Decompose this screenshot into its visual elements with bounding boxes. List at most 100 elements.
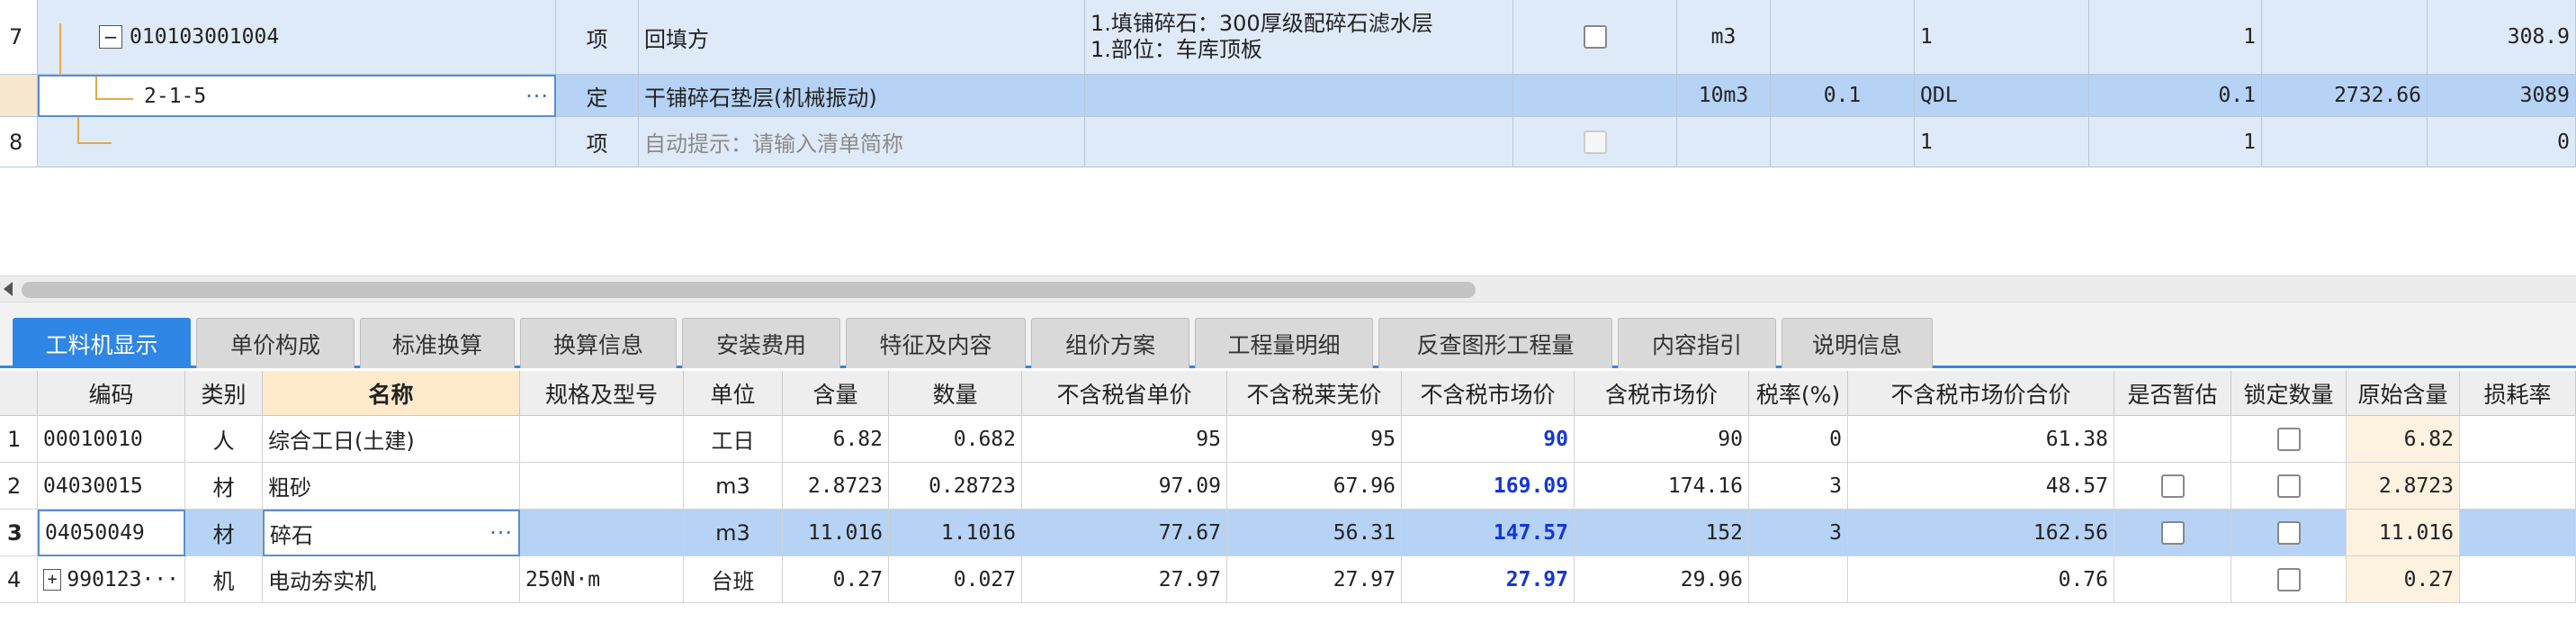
tab-graphic-quantity[interactable]: 反查图形工程量 [1378,318,1612,368]
feature-cell[interactable]: 1.填铺碎石：300厚级配碎石滤水层 1.部位：车库顶板 [1085,0,1513,75]
header-is-estimate[interactable]: 是否暂估 [2114,371,2231,416]
estimate-cell[interactable] [2114,463,2231,510]
table-row[interactable]: 1 00010010 人综合工日(土建) 工日 6.82 0.682 95 95 90 90 0 61… [0,416,2576,463]
minus-box-icon[interactable]: − [99,25,122,49]
market-total-cell[interactable]: 61.38 [1848,416,2114,463]
header-original-content[interactable]: 原始含量 [2347,371,2460,416]
tab-materials[interactable]: 工料机显示 [13,318,191,368]
table-row[interactable]: 4 +990123··· 机电动夯实机 250N·m 台班 0.27 0.027 27.97 2… [0,556,2576,603]
header-loss-rate[interactable]: 损耗率 [2460,371,2576,416]
tax-rate-cell[interactable]: 0 [1749,416,1848,463]
total-cell[interactable]: 3089 [2428,75,2576,117]
header-name[interactable]: 名称 [263,371,520,416]
spec-cell[interactable] [520,416,684,463]
qty-cell[interactable]: 0.1 [2089,75,2262,117]
lock-qty-cell[interactable] [2231,416,2347,463]
header-province-price[interactable]: 不含税省单价 [1022,371,1227,416]
table-row[interactable]: 7 − 010103001004 项 回填方 1.填铺碎石：300厚级配碎石滤水… [0,0,2576,75]
name-cell[interactable]: 电动夯实机 [263,556,520,603]
checkbox-cell[interactable] [1513,75,1677,117]
ellipsis-icon[interactable]: ··· [525,84,549,109]
qty-expr-cell[interactable]: 1 [1915,0,2089,75]
total-cell[interactable]: 308.9 [2428,0,2576,75]
name-cell[interactable]: 干铺碎石垫层(机械振动) [639,75,1085,117]
qty-cell[interactable]: 1 [2089,117,2262,167]
header-lock-qty[interactable]: 锁定数量 [2231,371,2347,416]
triangle-left-icon[interactable] [4,282,13,296]
tab-install-fee[interactable]: 安装费用 [682,318,840,368]
tab-pricing-plan[interactable]: 组价方案 [1031,318,1189,368]
market-price-cell[interactable]: 27.97 [1402,556,1575,603]
kind-cell[interactable]: 项 [556,117,639,167]
content-cell[interactable]: 0.27 [783,556,889,603]
unit-cell[interactable]: m3 [1677,0,1771,75]
checkbox[interactable] [1583,25,1607,49]
content-cell[interactable] [1771,117,1915,167]
qty-expr-cell[interactable]: 1 [1915,117,2089,167]
province-price-cell[interactable]: 27.97 [1022,556,1227,603]
horizontal-scrollbar[interactable] [0,275,2576,302]
loss-rate-cell[interactable] [2460,463,2576,510]
quantity-cell[interactable]: 0.28723 [889,463,1022,510]
code-cell[interactable]: 04030015 [38,463,185,510]
tab-content-guide[interactable]: 内容指引 [1618,318,1776,368]
tab-description[interactable]: 说明信息 [1782,318,1933,368]
header-content[interactable]: 含量 [783,371,889,416]
content-cell[interactable]: 0.1 [1771,75,1915,117]
name-cell[interactable]: 综合工日(土建) [263,416,520,463]
laiwu-price-cell[interactable]: 95 [1227,416,1402,463]
content-cell[interactable]: 11.016 [783,510,889,556]
lock-qty-cell[interactable] [2231,556,2347,603]
type-cell[interactable]: 机 [185,556,263,603]
quantity-cell[interactable]: 1.1016 [889,510,1022,556]
header-market-price[interactable]: 不含税市场价 [1402,371,1575,416]
lock-qty-checkbox[interactable] [2276,567,2301,591]
feature-cell[interactable] [1085,75,1513,117]
kind-cell[interactable]: 项 [556,0,639,75]
unit-cell[interactable]: 工日 [684,416,783,463]
market-price-cell[interactable]: 169.09 [1402,463,1575,510]
original-content-cell[interactable]: 2.8723 [2347,463,2460,510]
spec-cell[interactable] [520,510,684,556]
content-cell[interactable]: 6.82 [783,416,889,463]
market-price-tax-cell[interactable]: 90 [1575,416,1749,463]
spec-cell[interactable] [520,463,684,510]
market-total-cell[interactable]: 162.56 [1848,510,2114,556]
type-cell[interactable]: 材 [185,510,263,556]
table-row[interactable]: 2 04030015 材粗砂 m3 2.8723 0.28723 97.09 67.96 169… [0,463,2576,510]
code-cell[interactable]: 2-1-5 ··· [38,75,556,117]
tax-rate-cell[interactable] [1749,556,1848,603]
market-price-cell[interactable]: 147.57 [1402,510,1575,556]
lock-qty-cell[interactable] [2231,510,2347,556]
original-content-cell[interactable]: 6.82 [2347,416,2460,463]
feature-cell[interactable] [1085,117,1513,167]
lock-qty-checkbox[interactable] [2276,474,2301,498]
code-cell[interactable]: 04050049 [38,510,185,556]
scrollbar-thumb[interactable] [22,282,1476,298]
market-price-tax-cell[interactable]: 152 [1575,510,1749,556]
unit-price-cell[interactable] [2262,0,2428,75]
market-price-tax-cell[interactable]: 29.96 [1575,556,1749,603]
type-cell[interactable]: 人 [185,416,263,463]
unit-price-cell[interactable] [2262,117,2428,167]
estimate-checkbox[interactable] [2160,474,2185,498]
tax-rate-cell[interactable]: 3 [1749,510,1848,556]
province-price-cell[interactable]: 97.09 [1022,463,1227,510]
code-cell[interactable]: − 010103001004 [38,0,556,75]
estimate-cell[interactable] [2114,416,2231,463]
province-price-cell[interactable]: 95 [1022,416,1227,463]
tab-standard-conversion[interactable]: 标准换算 [360,318,515,368]
kind-cell[interactable]: 定 [556,75,639,117]
name-cell[interactable]: 碎石 ··· [263,510,520,556]
unit-cell[interactable]: m3 [684,510,783,556]
header-type[interactable]: 类别 [185,371,263,416]
checkbox-cell[interactable] [1513,0,1677,75]
header-tax-rate[interactable]: 税率(%) [1749,371,1848,416]
laiwu-price-cell[interactable]: 67.96 [1227,463,1402,510]
unit-cell[interactable] [1677,117,1771,167]
market-total-cell[interactable]: 0.76 [1848,556,2114,603]
header-laiwu-price[interactable]: 不含税莱芜价 [1227,371,1402,416]
table-row[interactable]: 8 项 自动提示：请输入清单简称 1 1 0 [0,117,2576,167]
unit-price-cell[interactable]: 2732.66 [2262,75,2428,117]
loss-rate-cell[interactable] [2460,556,2576,603]
